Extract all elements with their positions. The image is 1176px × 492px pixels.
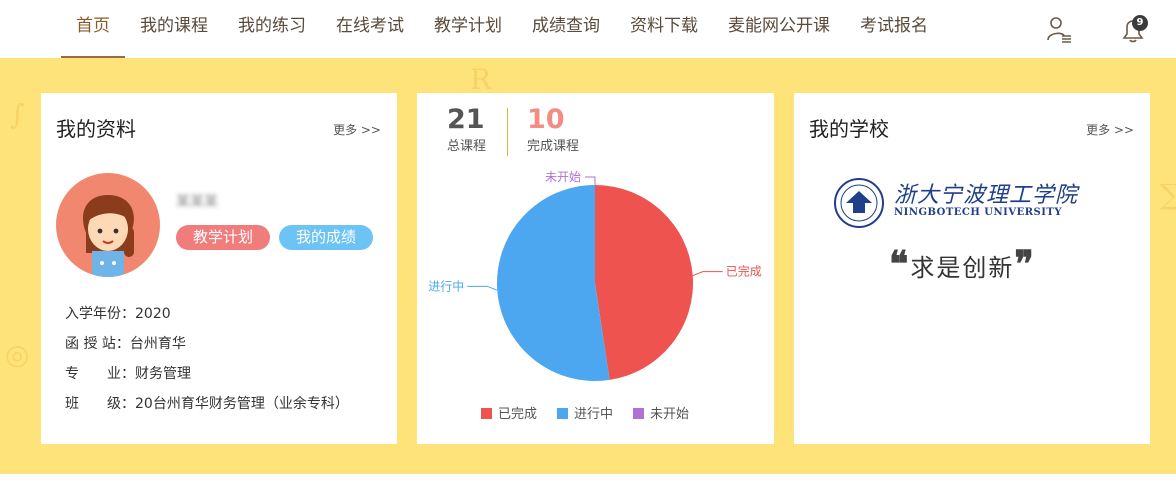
major-row: 专 业：财务管理 xyxy=(65,366,191,382)
class-label: 班 级 xyxy=(65,396,121,412)
pie-slice-0[interactable] xyxy=(595,185,694,380)
station-value: 台州育华 xyxy=(129,336,186,352)
legend-label-0: 已完成 xyxy=(498,407,537,422)
nav-menu: 首页 我的课程 我的练习 在线考试 教学计划 成绩查询 资料下载 麦能网公开课 … xyxy=(61,0,943,58)
nav-item-exam-signup[interactable]: 考试报名 xyxy=(845,0,943,58)
nav-item-grade-query[interactable]: 成绩查询 xyxy=(517,0,615,58)
profile-more-link[interactable]: 更多 >> xyxy=(333,121,381,138)
pie-slice-1[interactable] xyxy=(497,185,610,381)
total-courses-stat: 21 总课程 xyxy=(447,104,487,155)
pie-label-line-2 xyxy=(585,176,596,185)
nav-item-my-practice[interactable]: 我的练习 xyxy=(223,0,321,58)
motto-text: 求是创新 xyxy=(910,254,1015,282)
username: 某某某 xyxy=(176,194,218,210)
pie-label-2: 未开始 xyxy=(545,170,581,184)
total-courses-count: 21 xyxy=(447,104,485,135)
pie-label-line-1 xyxy=(467,285,498,291)
enroll-year-row: 入学年份：2020 xyxy=(65,306,171,322)
user-list-icon[interactable] xyxy=(1044,14,1074,44)
top-nav: 首页 我的课程 我的练习 在线考试 教学计划 成绩查询 资料下载 麦能网公开课 … xyxy=(0,0,1176,58)
pie-label-1: 进行中 xyxy=(428,278,464,293)
open-quote-icon: ❝ xyxy=(889,243,911,285)
doodle-decoration: ∫ xyxy=(10,98,25,131)
legend-swatch-0 xyxy=(481,408,492,419)
legend-label-2: 未开始 xyxy=(650,407,689,422)
profile-card-title: 我的资料 xyxy=(56,117,136,141)
nav-item-downloads[interactable]: 资料下载 xyxy=(615,0,713,58)
notification-badge: 9 xyxy=(1132,15,1148,31)
doodle-decoration: R xyxy=(470,63,492,96)
bell-icon[interactable]: 9 xyxy=(1118,14,1148,44)
doodle-decoration: ∑ xyxy=(1160,178,1176,211)
teaching-plan-button[interactable]: 教学计划 xyxy=(176,225,270,250)
legend-swatch-1 xyxy=(557,408,568,419)
nav-item-home[interactable]: 首页 xyxy=(61,0,125,58)
total-courses-label: 总课程 xyxy=(447,139,487,154)
done-courses-stat: 10 完成课程 xyxy=(527,104,580,155)
legend-label-1: 进行中 xyxy=(574,407,613,422)
profile-card: 我的资料 更多 >> 某某某 教学计划 我的成绩 入学年份：2020 函 授 站… xyxy=(41,93,397,444)
done-courses-label: 完成课程 xyxy=(527,139,580,154)
course-progress-pie-chart: 已完成进行中未开始已完成 进行中 未开始 xyxy=(428,170,762,422)
pie-label-0: 已完成 xyxy=(726,264,762,279)
class-value: 20台州育华财务管理（业余专科） xyxy=(135,396,349,412)
done-courses-count: 10 xyxy=(527,104,565,135)
school-logo: 浙大宁波理工学院 NINGBOTECH UNIVERSITY xyxy=(832,173,1112,233)
school-more-link[interactable]: 更多 >> xyxy=(1086,121,1134,138)
major-label: 专 业 xyxy=(65,366,121,382)
doodle-decoration: ◎ xyxy=(5,338,30,371)
class-row: 班 级：20台州育华财务管理（业余专科） xyxy=(65,396,349,412)
course-stats-card: 21 总课程 10 完成课程 已完成 进行中 未开始 已完成 进行中 未开始 xyxy=(417,93,774,444)
stat-divider xyxy=(507,108,508,156)
enroll-year-value: 2020 xyxy=(135,306,171,322)
major-value: 财务管理 xyxy=(135,366,191,382)
pie-label-line-0 xyxy=(692,271,723,277)
school-motto: ❝求是创新❞ xyxy=(889,243,1036,285)
station-label: 函 授 站 xyxy=(65,336,116,352)
close-quote-icon: ❞ xyxy=(1014,243,1036,285)
station-row: 函 授 站：台州育华 xyxy=(65,336,186,352)
nav-item-online-exam[interactable]: 在线考试 xyxy=(321,0,419,58)
nav-item-my-courses[interactable]: 我的课程 xyxy=(125,0,223,58)
nav-item-open-course[interactable]: 麦能网公开课 xyxy=(713,0,845,58)
school-card: 我的学校 更多 >> 浙大宁波理工学院 NINGBOTECH UNIVERSIT… xyxy=(794,93,1150,444)
school-card-title: 我的学校 xyxy=(809,117,889,141)
dashboard-banner: ∫ R ∑ ◎ 我的资料 更多 >> 某某某 教学计划 我的成绩 入学年份：20 xyxy=(0,58,1176,474)
my-grades-button[interactable]: 我的成绩 xyxy=(279,225,373,250)
avatar xyxy=(56,173,160,277)
school-name-cn: 浙大宁波理工学院 xyxy=(894,183,1079,208)
enroll-year-label: 入学年份 xyxy=(65,306,121,322)
legend-swatch-2 xyxy=(633,408,644,419)
school-name-en: NINGBOTECH UNIVERSITY xyxy=(894,207,1063,218)
nav-item-teaching-plan[interactable]: 教学计划 xyxy=(419,0,517,58)
